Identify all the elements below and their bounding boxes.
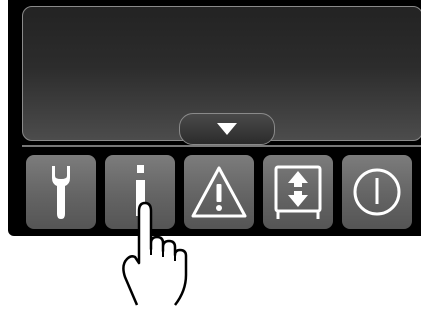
- power-button[interactable]: [342, 155, 412, 229]
- transfer-button[interactable]: [263, 155, 333, 229]
- hand-pointer-icon: [122, 201, 188, 306]
- triangle-down-icon: [217, 123, 237, 135]
- expand-tab[interactable]: [179, 113, 275, 145]
- service-button[interactable]: [26, 155, 96, 229]
- power-icon: [353, 168, 401, 216]
- transfer-icon: [274, 165, 322, 219]
- control-panel: [8, 0, 421, 236]
- warning-icon: [191, 166, 247, 218]
- panel-divider: [22, 145, 421, 147]
- wrench-icon: [52, 166, 70, 219]
